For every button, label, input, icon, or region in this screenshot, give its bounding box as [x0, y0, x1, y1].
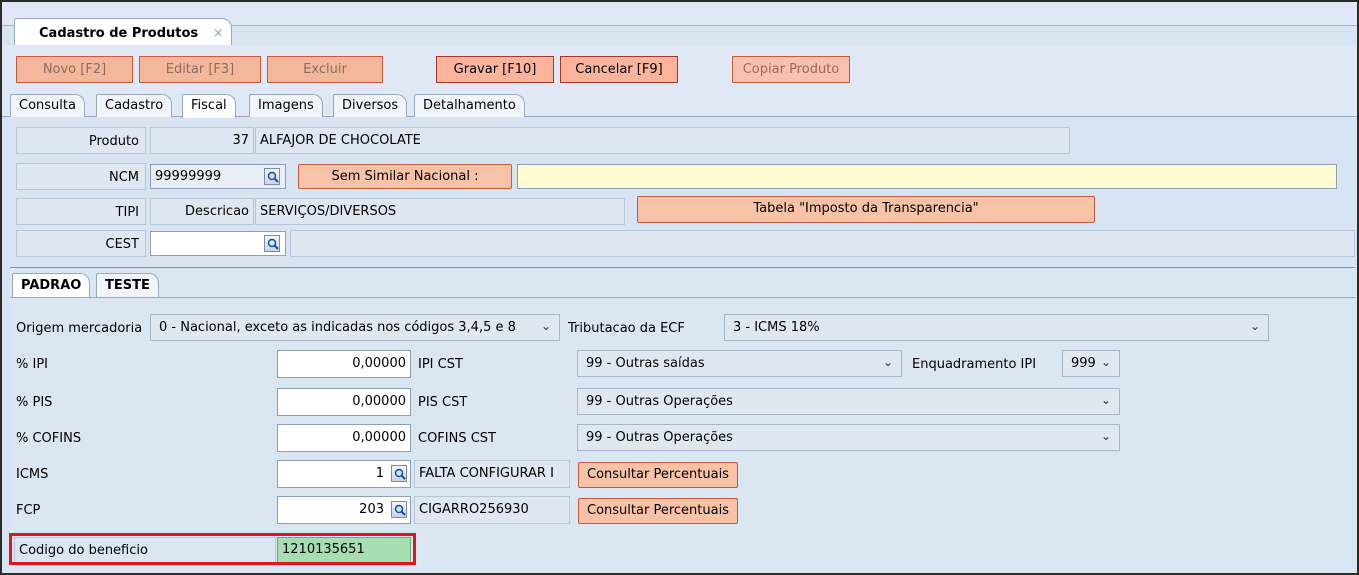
ipi-cst-label: IPI CST [418, 357, 463, 372]
tab-consulta[interactable]: Consulta [10, 94, 85, 117]
cofins-cst-select[interactable]: 99 - Outras Operações ⌄ [577, 424, 1120, 451]
gravar-button[interactable]: Gravar [F10] [436, 56, 554, 83]
produto-name: ALFAJOR DE CHOCOLATE [255, 127, 1070, 154]
pis-cst-label: PIS CST [418, 395, 468, 410]
magnifier-icon[interactable] [391, 465, 407, 482]
ipi-cst-select[interactable]: 99 - Outras saídas ⌄ [577, 350, 902, 377]
magnifier-icon[interactable] [391, 501, 407, 518]
fiscal-sub-panel [10, 267, 1355, 573]
fcp-label: FCP [16, 503, 41, 518]
chevron-down-icon: ⌄ [1100, 355, 1111, 369]
pis-label: % PIS [16, 395, 53, 410]
tab-imagens[interactable]: Imagens [249, 94, 323, 117]
document-tab-title: Cadastro de Produtos [39, 26, 199, 41]
sem-similar-nacional-button[interactable]: Sem Similar Nacional : [298, 164, 512, 189]
close-icon[interactable]: × [213, 26, 224, 41]
cancelar-button[interactable]: Cancelar [F9] [560, 56, 678, 83]
cofins-cst-value: 99 - Outras Operações [586, 430, 733, 445]
enquadramento-ipi-select[interactable]: 999 ⌄ [1062, 350, 1120, 377]
excluir-button[interactable]: Excluir [267, 56, 383, 83]
magnifier-icon[interactable] [264, 235, 280, 252]
magnifier-icon[interactable] [264, 168, 280, 185]
tributacao-ecf-select[interactable]: 3 - ICMS 18% ⌄ [724, 314, 1269, 341]
ncm-label: NCM [16, 163, 146, 190]
chevron-down-icon: ⌄ [1100, 393, 1111, 407]
ncm-description-field[interactable] [517, 164, 1337, 189]
ipi-label: % IPI [16, 357, 48, 372]
origem-mercadoria-label: Origem mercadoria [16, 321, 143, 336]
consultar-percentuais-fcp-button[interactable]: Consultar Percentuais [578, 498, 738, 524]
pis-field[interactable]: 0,00000 [277, 388, 411, 416]
enquadramento-ipi-value: 999 [1071, 356, 1096, 371]
cest-label: CEST [16, 230, 146, 257]
tab-detalhamento[interactable]: Detalhamento [414, 94, 525, 117]
highlight-annotation [9, 533, 416, 565]
icms-label: ICMS [16, 467, 49, 482]
produto-label: Produto [16, 127, 146, 154]
cofins-field[interactable]: 0,00000 [277, 424, 411, 452]
copiar-produto-button[interactable]: Copiar Produto [732, 56, 850, 83]
novo-button[interactable]: Novo [F2] [16, 56, 133, 83]
tab-cadastro[interactable]: Cadastro [96, 94, 173, 117]
ncm-value: 99999999 [155, 169, 222, 184]
tributacao-ecf-value: 3 - ICMS 18% [733, 320, 820, 335]
fcp-description: CIGARRO256930 [414, 496, 570, 524]
tabela-imposto-transparencia-button[interactable]: Tabela "Imposto da Transparencia" [637, 196, 1095, 223]
produto-code: 37 [150, 127, 254, 154]
chevron-down-icon: ⌄ [1100, 429, 1111, 443]
icms-description: FALTA CONFIGURAR I [414, 460, 570, 488]
tab-diversos[interactable]: Diversos [333, 94, 408, 117]
chevron-down-icon: ⌄ [1249, 319, 1260, 333]
sub-tab-divider [10, 297, 1355, 298]
tipi-label: TIPI [16, 198, 146, 225]
document-tab-cadastro-produtos[interactable]: Cadastro de Produtos × [14, 18, 232, 45]
origem-mercadoria-select[interactable]: 0 - Nacional, exceto as indicadas nos có… [150, 314, 560, 341]
tributacao-ecf-label: Tributacao da ECF [568, 321, 685, 336]
consultar-percentuais-icms-button[interactable]: Consultar Percentuais [578, 462, 738, 488]
tab-fiscal[interactable]: Fiscal [182, 94, 236, 118]
tab-padrao[interactable]: PADRAO [12, 273, 91, 297]
cofins-cst-label: COFINS CST [418, 431, 496, 446]
chevron-down-icon: ⌄ [882, 355, 893, 369]
enquadramento-ipi-label: Enquadramento IPI [912, 357, 1037, 372]
ipi-field[interactable]: 0,00000 [277, 350, 411, 378]
ipi-cst-value: 99 - Outras saídas [586, 356, 705, 371]
chevron-down-icon: ⌄ [540, 319, 551, 333]
cest-description [290, 230, 1355, 257]
pis-cst-value: 99 - Outras Operações [586, 394, 733, 409]
pis-cst-select[interactable]: 99 - Outras Operações ⌄ [577, 388, 1120, 415]
origem-mercadoria-value: 0 - Nacional, exceto as indicadas nos có… [159, 320, 516, 335]
tipi-description: SERVIÇOS/DIVERSOS [255, 198, 625, 225]
cofins-label: % COFINS [16, 431, 82, 446]
descricao-label: Descricao [150, 198, 254, 225]
editar-button[interactable]: Editar [F3] [139, 56, 261, 83]
tab-teste[interactable]: TESTE [96, 273, 159, 297]
